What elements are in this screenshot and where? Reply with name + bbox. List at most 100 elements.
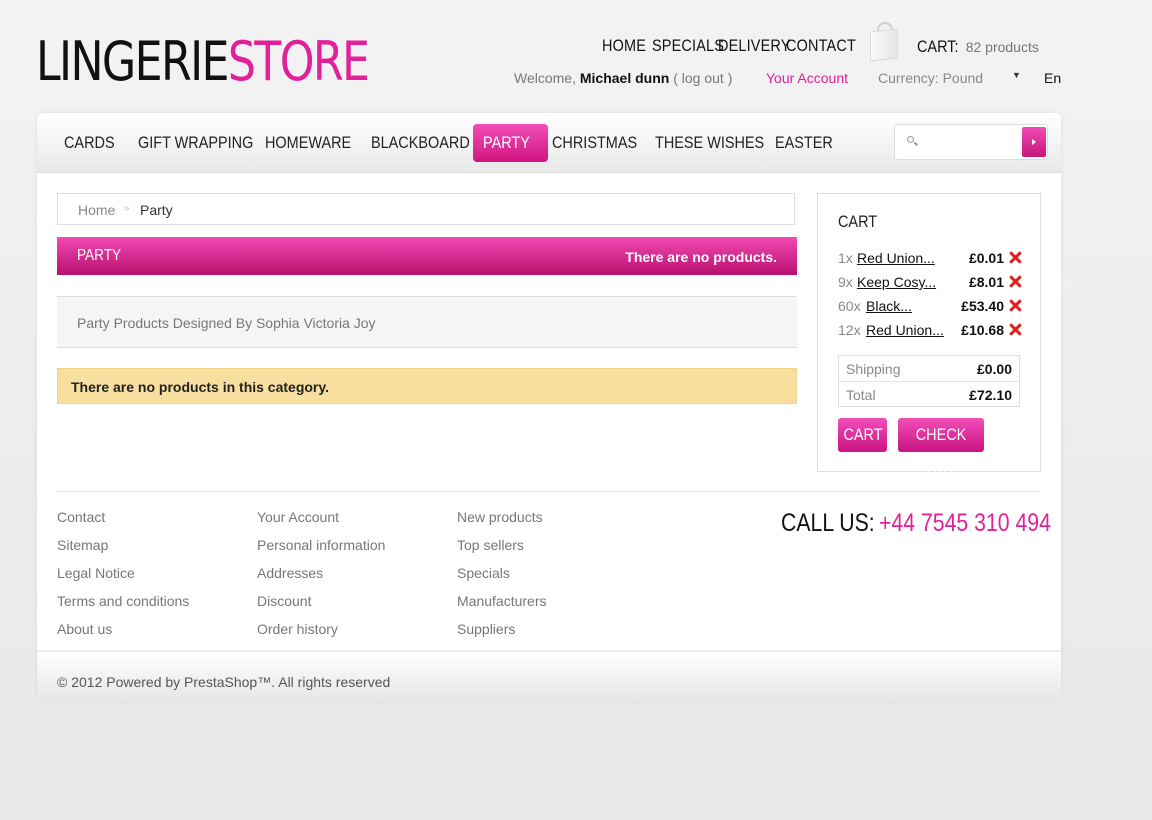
search-input[interactable] (923, 131, 1019, 155)
search-box (894, 124, 1048, 160)
remove-x-icon[interactable] (1009, 251, 1022, 264)
footer-link-suppliers[interactable]: Suppliers (457, 621, 546, 649)
user-name: Michael dunn (579, 70, 670, 86)
footer-link-terms[interactable]: Terms and conditions (57, 593, 189, 621)
cart-item-name[interactable]: Red Union... (857, 250, 935, 266)
remove-x-icon[interactable] (1009, 275, 1022, 288)
cart-item-qty: 12x (838, 322, 861, 338)
cart-item-name[interactable]: Red Union... (866, 322, 944, 338)
total-label: Total (846, 387, 876, 403)
total-value: £72.10 (969, 387, 1012, 403)
footer-link-order-history[interactable]: Order history (257, 621, 385, 649)
footer-link-top-sellers[interactable]: Top sellers (457, 537, 546, 565)
top-nav-specials[interactable]: SPECIALS (652, 36, 724, 56)
footer-link-specials[interactable]: Specials (457, 565, 546, 593)
store-logo[interactable]: LINGERIESTORE (36, 30, 370, 93)
breadcrumb-separator: » (124, 203, 130, 214)
category-header: PARTY There are no products. (57, 237, 797, 275)
shipping-value: £0.00 (976, 361, 1012, 377)
footer-col-products: New products Top sellers Specials Manufa… (457, 509, 546, 649)
top-nav: HOME SPECIALS DELIVERY CONTACT (602, 36, 856, 56)
cart-summary-count: 82 products (965, 39, 1039, 55)
product-count: There are no products. (625, 249, 777, 265)
cart-summary[interactable]: CART: 82 products (917, 37, 1039, 57)
cart-item: 60x Black... £53.40 (838, 298, 1022, 320)
cart-item-qty: 60x (838, 298, 861, 314)
footer-link-about-us[interactable]: About us (57, 621, 189, 649)
footer-link-legal-notice[interactable]: Legal Notice (57, 565, 189, 593)
cart-button[interactable]: CART (838, 418, 887, 452)
menu-item-cards[interactable]: CARDS (64, 124, 124, 162)
your-account-link[interactable]: Your Account (766, 70, 848, 86)
welcome-text: Welcome, Michael dunn ( log out ) (514, 70, 732, 86)
shipping-label: Shipping (846, 361, 901, 377)
welcome-label: Welcome, (514, 70, 576, 86)
chevron-down-icon: ▼ (1012, 70, 1021, 80)
empty-category-warning: There are no products in this category. (57, 368, 797, 404)
cart-item: 9x Keep Cosy... £8.01 (838, 274, 1022, 296)
cart-item-price: £53.40 (961, 298, 1004, 314)
currency-select[interactable]: Currency: Pound ▼ (878, 70, 1021, 86)
cart-item-name[interactable]: Keep Cosy... (857, 274, 936, 290)
cart-item-qty: 9x (838, 274, 853, 290)
main-panel: CARDS GIFT WRAPPING HOMEWARE BLACKBOARD … (37, 113, 1061, 703)
search-icon (907, 136, 914, 143)
cart-block: CART 1x Red Union... £0.01 9x Keep Cosy.… (817, 193, 1041, 478)
cart-item-price: £10.68 (961, 322, 1004, 338)
logout-link[interactable]: ( log out ) (673, 70, 732, 86)
search-submit-arrow-right-icon[interactable] (1022, 127, 1046, 157)
copyright-text: © 2012 Powered by PrestaShop™. All right… (57, 674, 391, 690)
breadcrumb: Home » Party (57, 193, 795, 225)
cart-item-price: £8.01 (968, 274, 1004, 290)
checkout-button[interactable]: CHECK OUT (898, 418, 984, 478)
shopping-bag-icon[interactable] (870, 22, 898, 62)
footer-link-discount[interactable]: Discount (257, 593, 385, 621)
currency-value: Pound (942, 70, 984, 86)
footer-col-info: Contact Sitemap Legal Notice Terms and c… (57, 509, 189, 649)
cart-summary-label: CART: (917, 37, 959, 56)
footer-link-manufacturers[interactable]: Manufacturers (457, 593, 546, 621)
breadcrumb-current: Party (140, 202, 173, 218)
menu-item-homeware[interactable]: HOMEWARE (265, 124, 366, 162)
cart-item: 1x Red Union... £0.01 (838, 250, 1022, 272)
footer-link-addresses[interactable]: Addresses (257, 565, 385, 593)
breadcrumb-home[interactable]: Home (78, 202, 115, 218)
cart-item: 12x Red Union... £10.68 (838, 322, 1022, 344)
call-us-label: CALL US: (781, 509, 875, 537)
category-description-text: Party Products Designed By Sophia Victor… (77, 315, 376, 331)
menu-item-these-wishes[interactable]: THESE WISHES (655, 124, 783, 162)
cart-item-price: £0.01 (968, 250, 1004, 266)
phone-number[interactable]: +44 7545 310 494 (879, 509, 1051, 538)
menu-item-party[interactable]: PARTY (473, 124, 549, 162)
top-nav-home[interactable]: HOME (602, 36, 646, 56)
call-us: CALL US: +44 7545 310 494 (781, 509, 1081, 538)
cart-title: CART (838, 212, 878, 231)
menu-item-christmas[interactable]: CHRISTMAS (552, 124, 652, 162)
cart-item-qty: 1x (838, 250, 853, 266)
category-title: PARTY (77, 247, 122, 264)
footer-col-account: Your Account Personal information Addres… (257, 509, 385, 649)
top-nav-contact[interactable]: CONTACT (786, 36, 856, 56)
remove-x-icon[interactable] (1009, 323, 1022, 336)
menu-item-blackboard[interactable]: BLACKBOARD (371, 124, 487, 162)
footer-link-personal-info[interactable]: Personal information (257, 537, 385, 565)
cart-item-name[interactable]: Black... (866, 298, 912, 314)
menu-item-easter[interactable]: EASTER (775, 124, 843, 162)
footer-link-sitemap[interactable]: Sitemap (57, 537, 189, 565)
menu-item-gift-wrapping[interactable]: GIFT WRAPPING (138, 124, 274, 162)
category-description: Party Products Designed By Sophia Victor… (57, 296, 797, 348)
shipping-row: Shipping £0.00 (839, 356, 1019, 382)
total-row: Total £72.10 (839, 382, 1019, 407)
footer-link-your-account[interactable]: Your Account (257, 509, 385, 537)
language-select[interactable]: En (1044, 70, 1061, 86)
footer-link-contact[interactable]: Contact (57, 509, 189, 537)
currency-label: Currency: (878, 70, 939, 86)
footer-divider (57, 491, 1041, 492)
warning-text: There are no products in this category. (71, 379, 330, 395)
logo-part-2: STORE (227, 30, 370, 93)
category-menu: CARDS GIFT WRAPPING HOMEWARE BLACKBOARD … (37, 113, 1061, 173)
logo-part-1: LINGERIE (36, 30, 229, 93)
remove-x-icon[interactable] (1009, 299, 1022, 312)
footer-link-new-products[interactable]: New products (457, 509, 546, 537)
top-nav-delivery[interactable]: DELIVERY (718, 36, 790, 56)
